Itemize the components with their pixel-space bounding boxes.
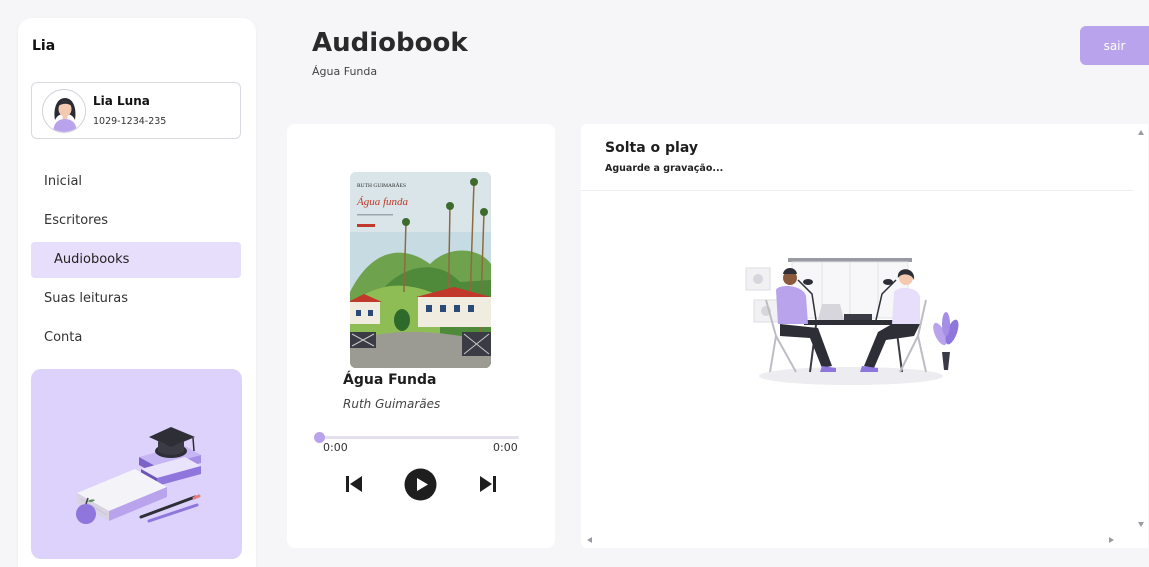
recording-status: Aguarde a gravação...: [605, 163, 724, 174]
brand-name: Lia: [32, 38, 56, 54]
current-time: 0:00: [323, 441, 348, 454]
scroll-down-icon[interactable]: [1138, 522, 1144, 527]
skip-next-icon: [480, 476, 496, 492]
cover-title-text: Água funda: [356, 196, 409, 208]
avatar: [42, 89, 86, 133]
progress-track: [319, 436, 519, 439]
book-cover-art: RUTH GUIMARÃES Água funda: [350, 172, 491, 368]
profile-card[interactable]: Lia Luna 1029-1234-235: [31, 82, 241, 139]
book-title: Água Funda: [343, 372, 437, 388]
scroll-up-icon[interactable]: [1138, 130, 1144, 135]
cover-author-text: RUTH GUIMARÃES: [357, 181, 406, 189]
sidebar: Lia Lia Luna 1029-1234-235 Inicial Escri…: [18, 18, 256, 567]
duration-time: 0:00: [493, 441, 518, 454]
sidebar-item-escritores[interactable]: Escritores: [31, 203, 241, 239]
sidebar-item-conta[interactable]: Conta: [31, 320, 241, 356]
sidebar-nav: Inicial Escritores Audiobooks Suas leitu…: [31, 164, 241, 359]
scroll-right-icon[interactable]: [1109, 537, 1114, 543]
page-title: Audiobook: [312, 28, 468, 58]
sidebar-item-suas-leituras[interactable]: Suas leituras: [31, 281, 241, 317]
play-icon: [404, 468, 437, 501]
page-subtitle: Água Funda: [312, 65, 378, 78]
sidebar-item-audiobooks[interactable]: Audiobooks: [31, 242, 241, 278]
vertical-scrollbar[interactable]: [1134, 124, 1148, 534]
sidebar-item-inicial[interactable]: Inicial: [31, 164, 241, 200]
next-button[interactable]: [479, 474, 497, 494]
scroll-left-icon[interactable]: [587, 537, 592, 543]
logout-button[interactable]: sair: [1080, 26, 1149, 65]
play-button[interactable]: [404, 468, 437, 501]
horizontal-scrollbar[interactable]: [581, 534, 1134, 548]
podcast-illustration: [745, 258, 959, 385]
book-author: Ruth Guimarães: [343, 397, 441, 411]
book-cover: RUTH GUIMARÃES Água funda: [350, 172, 491, 368]
previous-button[interactable]: [345, 474, 363, 494]
profile-id: 1029-1234-235: [93, 116, 167, 127]
recording-panel[interactable]: Solta o play Aguarde a gravação...: [581, 124, 1148, 548]
books-graduation-illustration: [76, 427, 201, 524]
recording-title: Solta o play: [605, 140, 698, 156]
audiobook-player: RUTH GUIMARÃES Água funda Água Funda Rut…: [287, 124, 555, 548]
avatar-illustration: [43, 90, 85, 132]
skip-previous-icon: [346, 476, 362, 492]
progress-slider[interactable]: [314, 432, 519, 443]
promo-card: [31, 369, 242, 559]
divider: [581, 190, 1133, 191]
profile-name: Lia Luna: [93, 94, 150, 108]
